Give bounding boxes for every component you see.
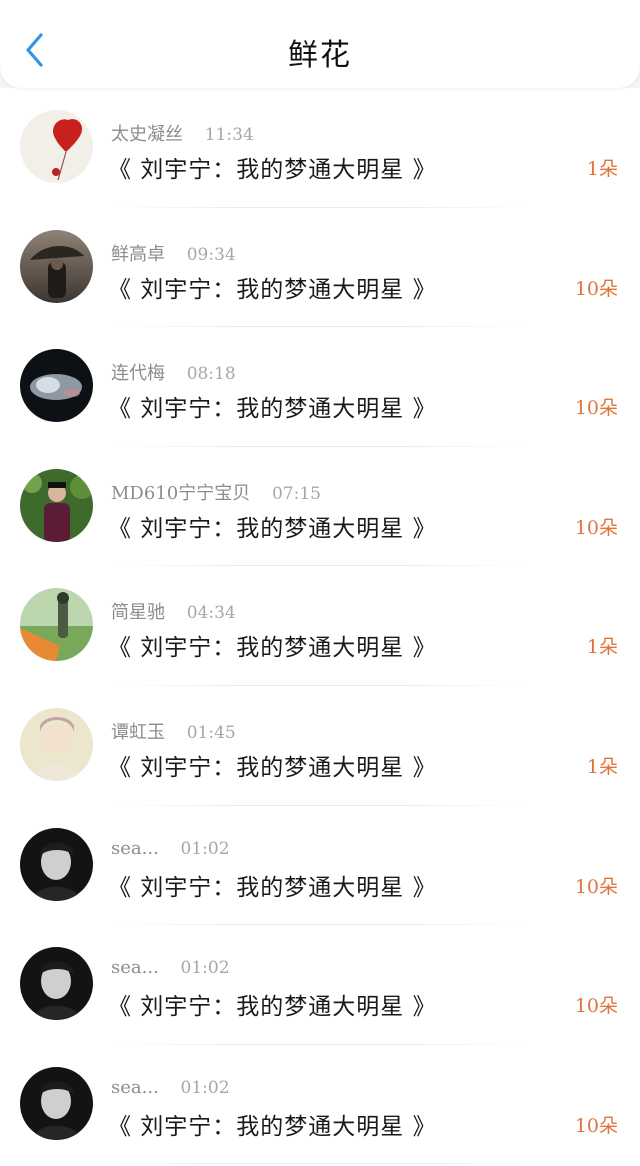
list-item[interactable]: 谭虹玉 01:45 《 刘宇宁：我的梦通大明星 》 1朵 [0, 686, 640, 806]
avatar[interactable] [20, 707, 93, 781]
flower-list: 太史凝丝 11:34 《 刘宇宁：我的梦通大明星 》 1朵 鲜高卓 09:34 [0, 88, 640, 1166]
list-item[interactable]: 鲜高卓 09:34 《 刘宇宁：我的梦通大明星 》 10朵 [0, 208, 640, 328]
flower-count: 1朵 [586, 158, 618, 180]
book-title: 《 刘宇宁：我的梦通大明星 》 [108, 157, 437, 183]
sender-name: sea... [111, 957, 159, 979]
sender-meta: 太史凝丝 11:34 [111, 120, 254, 146]
list-item[interactable]: sea... 01:02 《 刘宇宁：我的梦通大明星 》 10朵 [0, 1045, 640, 1165]
list-item[interactable]: 连代梅 08:18 《 刘宇宁：我的梦通大明星 》 10朵 [0, 327, 640, 447]
sender-name: sea... [111, 1076, 159, 1098]
flower-count: 10朵 [574, 277, 618, 300]
sender-meta: sea... 01:02 [111, 838, 230, 859]
book-title: 《 刘宇宁：我的梦通大明星 》 [108, 515, 437, 542]
sender-meta: 鲜高卓 09:34 [111, 240, 236, 266]
avatar[interactable] [20, 827, 93, 901]
flower-count: 10朵 [574, 875, 618, 898]
send-time: 07:15 [271, 483, 321, 504]
sender-name: sea... [111, 837, 159, 859]
avatar[interactable] [20, 229, 93, 303]
sender-name: 简星驰 [111, 602, 165, 624]
sender-meta: 简星驰 04:34 [111, 598, 236, 624]
avatar[interactable] [20, 349, 93, 423]
send-time: 01:02 [180, 1077, 230, 1098]
sender-meta: sea... 01:02 [111, 957, 230, 978]
list-item[interactable]: 简星驰 04:34 《 刘宇宁：我的梦通大明星 》 1朵 [0, 566, 640, 686]
send-time: 04:34 [186, 603, 236, 624]
book-title: 《 刘宇宁：我的梦通大明星 》 [108, 276, 437, 303]
sender-name: 鲜高卓 [111, 243, 165, 265]
send-time: 01:02 [180, 958, 230, 979]
sender-meta: MD610宁宁宝贝 07:15 [111, 479, 321, 505]
flower-count: 10朵 [574, 1114, 618, 1137]
send-time: 01:02 [180, 838, 230, 859]
book-title: 《 刘宇宁：我的梦通大明星 》 [108, 635, 437, 662]
sender-name: 谭虹玉 [111, 721, 165, 743]
sender-name: MD610宁宁宝贝 [111, 482, 251, 504]
top-bar: 鲜花 [0, 0, 640, 88]
book-title: 《 刘宇宁：我的梦通大明星 》 [108, 874, 437, 901]
send-time: 11:34 [204, 125, 254, 145]
list-item[interactable]: sea... 01:02 《 刘宇宁：我的梦通大明星 》 10朵 [0, 806, 640, 926]
avatar[interactable] [20, 588, 93, 662]
page-title: 鲜花 [288, 38, 352, 73]
sender-name: 连代梅 [111, 363, 165, 385]
flower-page: 鲜花 太史凝丝 11:34 《 刘宇宁：我的梦通大明星 》 1朵 鲜高卓 09:… [0, 0, 640, 1166]
sender-meta: sea... 01:02 [111, 1077, 230, 1098]
send-time: 01:45 [186, 722, 236, 743]
list-item[interactable]: 太史凝丝 11:34 《 刘宇宁：我的梦通大明星 》 1朵 [0, 88, 640, 208]
avatar[interactable] [20, 1066, 93, 1140]
row-divider [110, 1163, 530, 1165]
book-title: 《 刘宇宁：我的梦通大明星 》 [108, 396, 437, 423]
flower-count: 10朵 [574, 516, 618, 539]
send-time: 08:18 [186, 364, 236, 385]
avatar[interactable] [20, 468, 93, 542]
book-title: 《 刘宇宁：我的梦通大明星 》 [108, 994, 437, 1021]
avatar[interactable] [20, 947, 93, 1021]
sender-meta: 谭虹玉 01:45 [111, 718, 236, 744]
sender-meta: 连代梅 08:18 [111, 359, 236, 385]
flower-count: 1朵 [586, 755, 618, 778]
list-item[interactable]: sea... 01:02 《 刘宇宁：我的梦通大明星 》 10朵 [0, 925, 640, 1045]
book-title: 《 刘宇宁：我的梦通大明星 》 [108, 1113, 437, 1140]
flower-count: 1朵 [586, 636, 618, 659]
avatar[interactable] [20, 110, 93, 183]
book-title: 《 刘宇宁：我的梦通大明星 》 [108, 754, 437, 781]
flower-count: 10朵 [574, 995, 618, 1018]
send-time: 09:34 [186, 244, 236, 265]
list-item[interactable]: MD610宁宁宝贝 07:15 《 刘宇宁：我的梦通大明星 》 10朵 [0, 447, 640, 567]
flower-count: 10朵 [574, 397, 618, 420]
sender-name: 太史凝丝 [111, 124, 183, 145]
